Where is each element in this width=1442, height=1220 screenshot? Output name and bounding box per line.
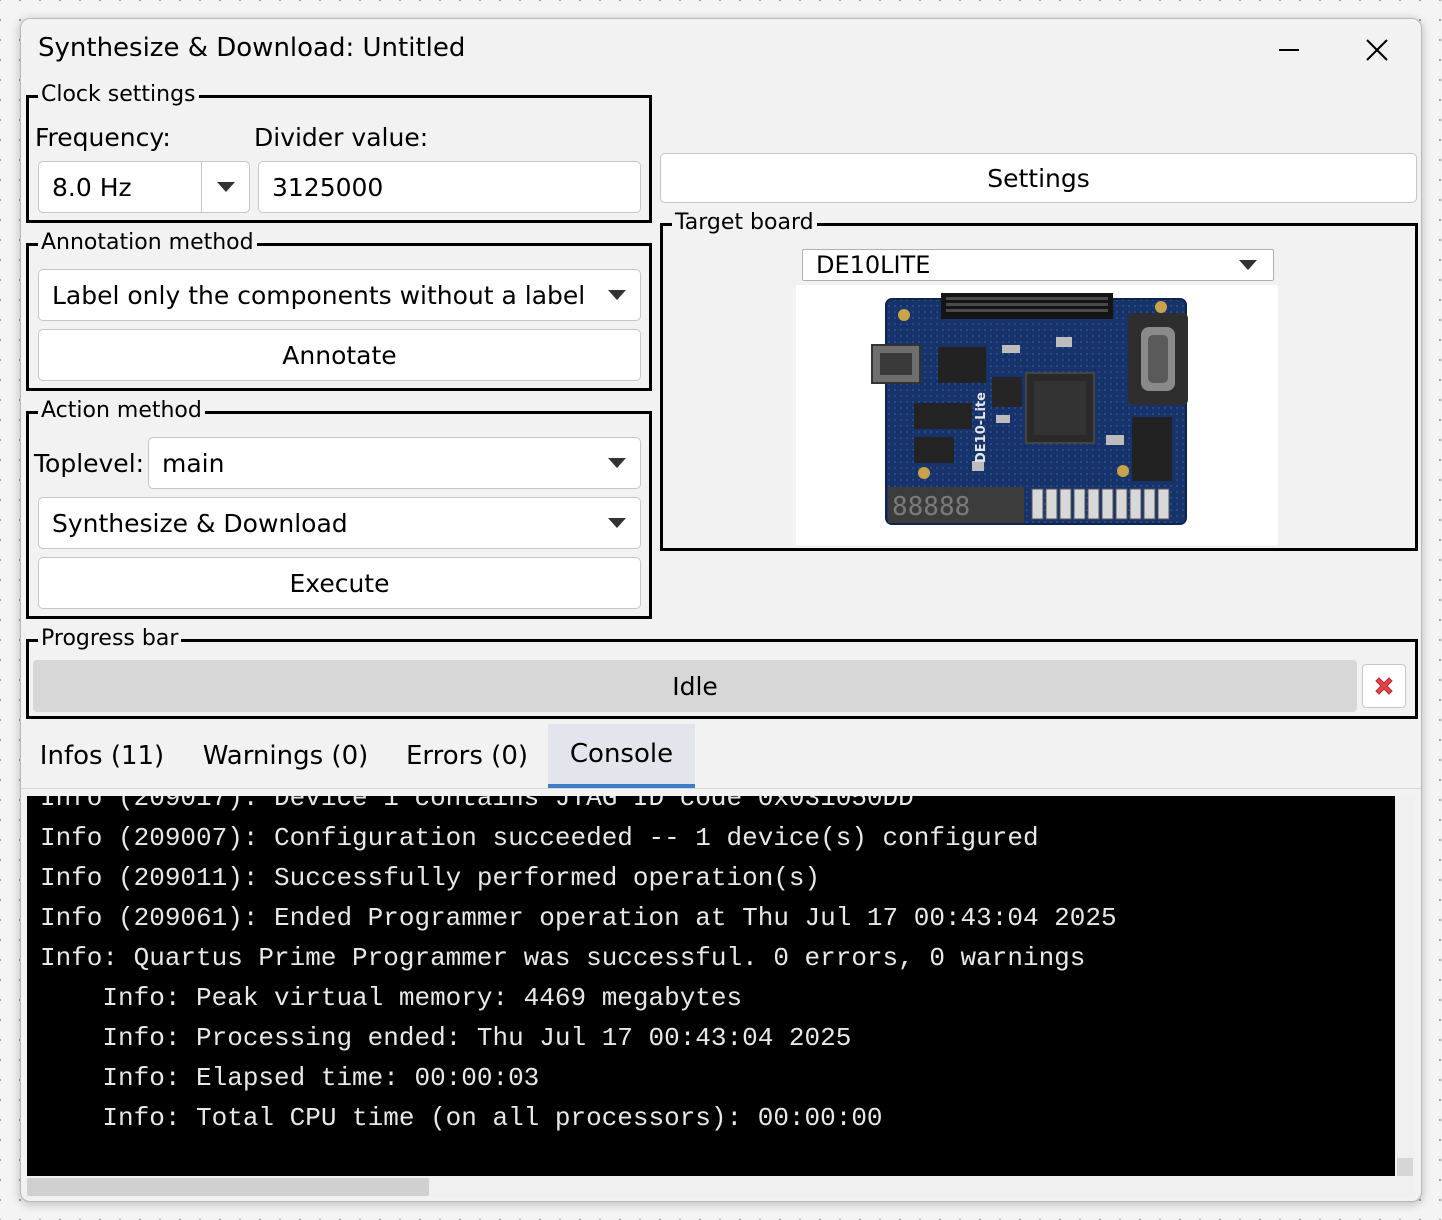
toplevel-label: Toplevel: — [34, 449, 145, 478]
synthesize-download-window: Synthesize & Download: Untitled Clock se… — [20, 18, 1422, 1202]
console-line: Info: Quartus Prime Programmer was succe… — [40, 943, 1086, 973]
tab-console[interactable]: Console — [548, 724, 695, 788]
action-method-title: Action method — [38, 397, 205, 425]
console-horizontal-scrollbar[interactable] — [27, 1176, 1415, 1198]
horizontal-scroll-thumb[interactable] — [27, 1178, 429, 1196]
toplevel-value: main — [162, 448, 225, 478]
console-line: Info: Total CPU time (on all processors)… — [40, 1103, 883, 1133]
chevron-down-icon — [608, 518, 626, 528]
console-line: Info (209007): Configuration succeeded -… — [40, 823, 1039, 853]
divider-value-field[interactable]: 3125000 — [258, 161, 641, 213]
annotation-method-select[interactable]: Label only the components without a labe… — [38, 269, 641, 321]
frequency-combo[interactable]: 8.0 Hz — [38, 161, 250, 213]
console-line: Info: Elapsed time: 00:00:03 — [40, 1063, 540, 1093]
frequency-dropdown-button[interactable] — [201, 162, 249, 212]
annotation-method-group: Annotation method Label only the compone… — [26, 229, 652, 391]
console-line: Info (209017): Device 1 contains JTAG ID… — [40, 796, 914, 813]
action-method-group: Action method Toplevel: main Synthesize … — [26, 397, 652, 619]
divider-label: Divider value: — [254, 123, 429, 152]
chevron-down-icon — [1239, 260, 1257, 270]
chevron-down-icon — [608, 290, 626, 300]
console-line: Info (209011): Successfully performed op… — [40, 863, 821, 893]
close-button[interactable] — [1337, 19, 1417, 81]
annotation-method-value: Label only the components without a labe… — [52, 280, 586, 310]
cancel-x-icon — [1375, 677, 1393, 695]
frequency-value: 8.0 Hz — [52, 172, 132, 202]
board-silkscreen-text: DE10-Lite — [974, 392, 989, 463]
console-output[interactable]: Info (209017): Device 1 contains JTAG ID… — [27, 796, 1395, 1176]
tab-bar: Infos (11) Warnings (0) Errors (0) Conso… — [21, 724, 1421, 789]
chevron-down-icon — [217, 182, 235, 192]
console-line: Info (209061): Ended Programmer operatio… — [40, 903, 1117, 933]
window-title: Synthesize & Download: Untitled — [38, 33, 466, 63]
console-line: Info: Peak virtual memory: 4469 megabyte… — [40, 983, 743, 1013]
clock-settings-group: Clock settings Frequency: Divider value:… — [26, 81, 652, 223]
close-icon — [1366, 39, 1388, 61]
tab-infos[interactable]: Infos (11) — [31, 724, 173, 788]
progress-bar: Idle — [33, 660, 1357, 712]
clock-settings-title: Clock settings — [38, 81, 199, 109]
annotation-method-title: Annotation method — [38, 229, 257, 257]
board-image: DE10-Lite 88888 — [796, 285, 1278, 545]
target-board-select[interactable]: DE10LITE — [802, 249, 1274, 281]
target-board-value: DE10LITE — [816, 251, 931, 279]
divider-value: 3125000 — [272, 172, 384, 202]
minimize-icon — [1279, 49, 1299, 51]
cancel-button[interactable] — [1362, 664, 1406, 708]
annotate-button[interactable]: Annotate — [38, 329, 641, 381]
vertical-scroll-thumb[interactable] — [1397, 1158, 1413, 1176]
toplevel-select[interactable]: main — [148, 437, 641, 489]
console-vertical-scrollbar[interactable] — [1395, 796, 1415, 1176]
title-bar[interactable]: Synthesize & Download: Untitled — [21, 19, 1421, 83]
chevron-down-icon — [608, 458, 626, 468]
action-select[interactable]: Synthesize & Download — [38, 497, 641, 549]
tab-warnings[interactable]: Warnings (0) — [193, 724, 378, 788]
execute-button[interactable]: Execute — [38, 557, 641, 609]
progress-bar-title: Progress bar — [38, 625, 182, 653]
tab-errors[interactable]: Errors (0) — [397, 724, 537, 788]
target-board-title: Target board — [672, 209, 817, 237]
settings-button[interactable]: Settings — [660, 153, 1417, 203]
frequency-label: Frequency: — [35, 123, 171, 152]
svg-text:88888: 88888 — [892, 492, 970, 522]
console-line: Info: Processing ended: Thu Jul 17 00:43… — [40, 1023, 852, 1053]
progress-status: Idle — [672, 671, 718, 701]
minimize-button[interactable] — [1249, 19, 1329, 81]
action-value: Synthesize & Download — [52, 508, 348, 538]
